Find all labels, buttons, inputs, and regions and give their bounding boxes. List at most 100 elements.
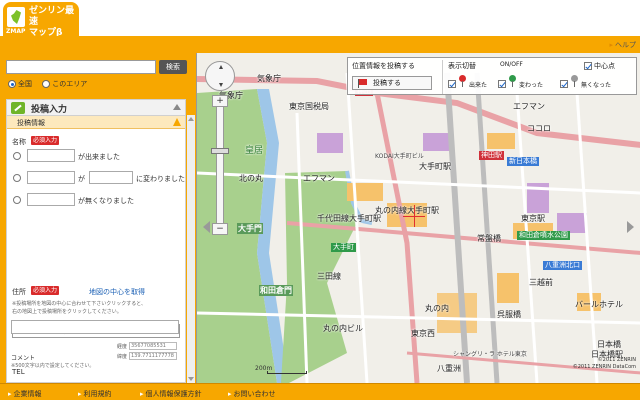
map-label-marunouchi-2: 丸の内ビル [323, 324, 363, 333]
search-row: 検索 [6, 60, 187, 74]
help-label: ヘルプ [615, 41, 636, 49]
map-label-shin-nihonbashi: 新日本橋 [507, 157, 539, 166]
created-checkbox[interactable] [448, 80, 456, 88]
logo-title-line1: ゼンリン最速 [29, 6, 75, 27]
changed-to-input[interactable] [89, 171, 133, 184]
option-gone-radio[interactable] [13, 196, 21, 204]
map-label-otemachi: 大手町 [331, 243, 356, 252]
address-note-2: 右の地図上で投稿場所をクリックしてください。 [12, 309, 122, 315]
map-zoom-bar[interactable] [216, 95, 224, 233]
center-point-checkbox[interactable] [584, 62, 592, 70]
map-center-crosshair-v [414, 205, 415, 227]
map-copyright: ©2011 ZENRIN ©2011 ZENRIN DataCom [573, 357, 636, 371]
map-toolbar: 位置情報を投稿する 投稿する 表示切替 ON/OFF 中心点 出来た 変わった … [347, 57, 637, 95]
footer-link-contact[interactable]: ▸ お問い合わせ [228, 389, 276, 399]
lon-field: 35677085531 [129, 342, 177, 350]
green-pin-icon [509, 75, 516, 87]
scope-area-radio[interactable] [42, 80, 51, 88]
scope-all-option[interactable]: 全国 [8, 80, 32, 88]
map-label-marunouchi: 丸の内 [425, 304, 449, 313]
footer-link-company[interactable]: ▸ 企業情報 [8, 389, 42, 399]
map-label-marunouchi-sta: 丸の内線大手町駅 [375, 206, 439, 215]
comment-label: コメント [11, 355, 36, 362]
map-view[interactable]: 気象庁 気象庁 東京国税局 神田 神田駅 新日本橋 エフマン エフマン ココロ … [196, 53, 640, 383]
header: ZMAP ゼンリン最速 マップβ [0, 0, 640, 38]
map-label-parks: 和田倉噴水公園 [517, 231, 570, 240]
scroll-up-icon[interactable] [188, 117, 194, 121]
map-scale-bar [267, 371, 307, 374]
scope-area-option[interactable]: このエリア [42, 80, 87, 88]
arrow-right-icon: ▸ [140, 390, 144, 398]
map-label-tokiwabashi: 常盤橋 [477, 234, 501, 243]
map-label-mitsukoshi: 三越前 [529, 278, 553, 287]
footer-link-privacy-label: 個人情報保護方針 [145, 390, 202, 398]
footer: ▸ 企業情報 ▸ 利用規約 ▸ 個人情報保護方針 ▸ お問い合わせ [0, 383, 640, 400]
post-location-button[interactable]: 投稿する [352, 76, 432, 90]
arrow-right-icon: ▸ [78, 390, 82, 398]
search-input[interactable] [6, 60, 156, 74]
map-label-yaesu: 八重洲 [437, 364, 461, 373]
map-label-kanda-sta: 神田駅 [479, 151, 504, 160]
help-link[interactable]: ▸ ヘルプ [609, 40, 636, 50]
map-label-efumon-2: エフマン [303, 174, 335, 183]
warning-icon [173, 118, 181, 126]
arrow-right-icon: ▸ [228, 390, 232, 398]
scroll-down-icon[interactable] [188, 377, 194, 381]
gone-name-input[interactable] [27, 193, 75, 206]
created-name-input[interactable] [27, 149, 75, 162]
map-label-wadakura: 和田倉門 [259, 285, 293, 296]
red-pin-icon [459, 75, 466, 87]
address-required-badge: 必須入力 [31, 286, 60, 295]
changed-from-input[interactable] [27, 171, 75, 184]
lon-label: 経度 [117, 344, 128, 350]
map-label-shoku: 呉服橋 [497, 310, 521, 319]
copyright-line-1: ©2011 ZENRIN [597, 357, 636, 363]
map-label-hotel: シャングリ・ラ ホテル東京 [453, 351, 527, 358]
footer-link-terms-label: 利用規約 [83, 390, 112, 398]
left-panel: 検索 全国 このエリア 投稿入力 投稿情報 名称 必須入力 が出来ました が に… [0, 53, 196, 383]
collapse-icon[interactable] [173, 104, 181, 110]
map-label-kokoro: ココロ [527, 124, 551, 133]
map-label-kokyo: 皇居 [245, 146, 264, 156]
footer-link-company-label: 企業情報 [13, 390, 42, 398]
gone-checkbox[interactable] [560, 80, 568, 88]
comment-note: ※500文字以内で設定してください。 [11, 363, 95, 369]
lat-label: 緯度 [117, 354, 128, 360]
left-panel-scrollbar[interactable] [187, 115, 195, 383]
scope-all-radio[interactable] [8, 80, 16, 88]
scope-area-label: このエリア [52, 80, 88, 88]
arrow-right-icon: ▸ [8, 390, 12, 398]
map-center-link[interactable]: 地図の中心を取得 [89, 287, 145, 297]
site-logo[interactable]: ZMAP ゼンリン最速 マップβ [3, 2, 79, 38]
zoom-out-button[interactable]: − [212, 223, 228, 235]
copyright-line-2: ©2011 ZENRIN DataCom [572, 364, 636, 370]
japan-map-icon [7, 7, 25, 27]
tel-input[interactable] [11, 320, 179, 334]
post-button-label: 投稿する [373, 79, 401, 87]
map-label-tokyo-east: 東京西 [411, 329, 435, 338]
center-point-label: 中心点 [594, 62, 615, 70]
option-created-radio[interactable] [13, 152, 21, 160]
changed-suffix: に変わりました [136, 175, 185, 183]
map-scroll-right-icon[interactable] [627, 221, 634, 233]
footer-link-terms[interactable]: ▸ 利用規約 [78, 389, 112, 399]
changed-checkbox[interactable] [498, 80, 506, 88]
map-pan-control[interactable] [205, 61, 235, 91]
search-button[interactable]: 検索 [159, 60, 187, 74]
map-label-kishocho: 気象庁 [257, 74, 281, 83]
gone-suffix: が無くなりました [78, 197, 134, 205]
post-info-label: 投稿情報 [17, 119, 45, 127]
option-changed-radio[interactable] [13, 174, 21, 182]
japan-map-shape [11, 10, 21, 24]
map-label-efumon: エフマン [513, 102, 545, 111]
post-info-subheader: 投稿情報 [7, 116, 185, 129]
map-label-bar: バールホテル [575, 300, 623, 309]
post-panel-header[interactable]: 投稿入力 [6, 99, 186, 115]
footer-link-privacy[interactable]: ▸ 個人情報保護方針 [140, 389, 202, 399]
map-label-tokyo-kokusai: 東京国税局 [289, 102, 329, 111]
map-scroll-left-icon[interactable] [203, 221, 210, 233]
post-location-title: 位置情報を投稿する [352, 62, 415, 70]
zoom-slider-handle[interactable] [211, 148, 229, 154]
top-orange-band [0, 36, 640, 53]
zoom-in-button[interactable]: + [212, 95, 228, 107]
